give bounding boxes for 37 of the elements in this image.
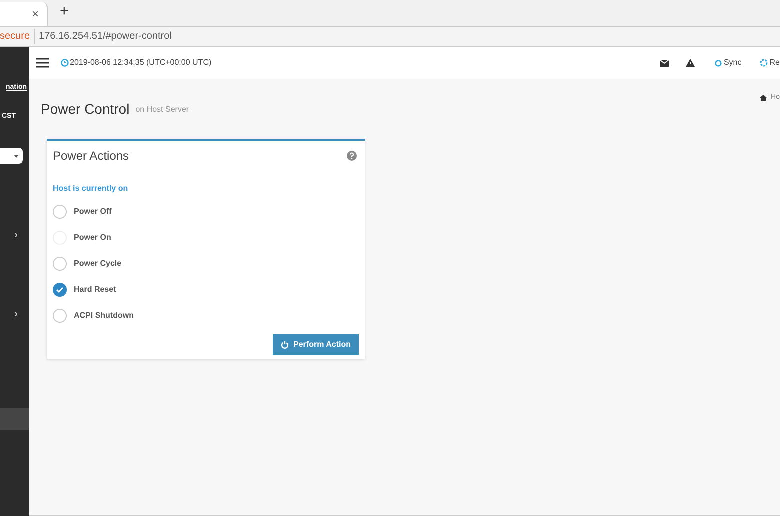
security-label: secure [0, 29, 36, 44]
sync-button[interactable]: Sync [714, 57, 742, 69]
help-icon[interactable] [347, 151, 357, 161]
radio-label: Power Cycle [74, 258, 122, 270]
new-tab-button[interactable]: + [60, 0, 69, 23]
clock-icon [61, 59, 69, 67]
radio-label: Hard Reset [74, 284, 116, 296]
card-title: Power Actions [53, 148, 130, 165]
radio-button[interactable] [53, 256, 67, 270]
browser-tab[interactable]: × [0, 2, 48, 26]
refresh-button[interactable]: Re [760, 57, 780, 69]
warning-icon[interactable] [686, 59, 695, 67]
perform-action-button[interactable]: Perform Action [272, 334, 359, 355]
menu-icon[interactable] [36, 58, 49, 68]
mail-icon[interactable] [660, 60, 669, 66]
url-text: 176.16.254.51/#power-control [39, 30, 172, 44]
radio-label: Power Off [74, 206, 112, 218]
radio-label: ACPI Shutdown [74, 310, 134, 322]
home-icon [760, 95, 768, 102]
host-status-text: Host is currently on [53, 183, 130, 195]
caret-icon [14, 154, 19, 158]
chevron-icon[interactable]: › [0, 228, 29, 243]
datetime-text: 2019-08-06 12:34:35 (UTC+00:00 UTC) [70, 57, 212, 69]
power-icon [280, 340, 288, 348]
radio-button[interactable] [53, 308, 67, 322]
radio-label: Power On [74, 232, 112, 244]
refresh-icon [760, 59, 768, 67]
radio-button[interactable] [53, 204, 67, 218]
check-icon [56, 286, 64, 292]
sync-icon [714, 60, 722, 66]
radio-button[interactable] [53, 282, 67, 296]
page-title: Power Control [41, 100, 130, 119]
sidebar-dropdown[interactable] [0, 148, 23, 164]
close-icon[interactable]: × [32, 5, 39, 23]
page-subtitle: on Host Server [136, 104, 190, 116]
chevron-icon[interactable]: › [0, 307, 29, 322]
address-bar[interactable]: secure 176.16.254.51/#power-control [0, 27, 780, 47]
